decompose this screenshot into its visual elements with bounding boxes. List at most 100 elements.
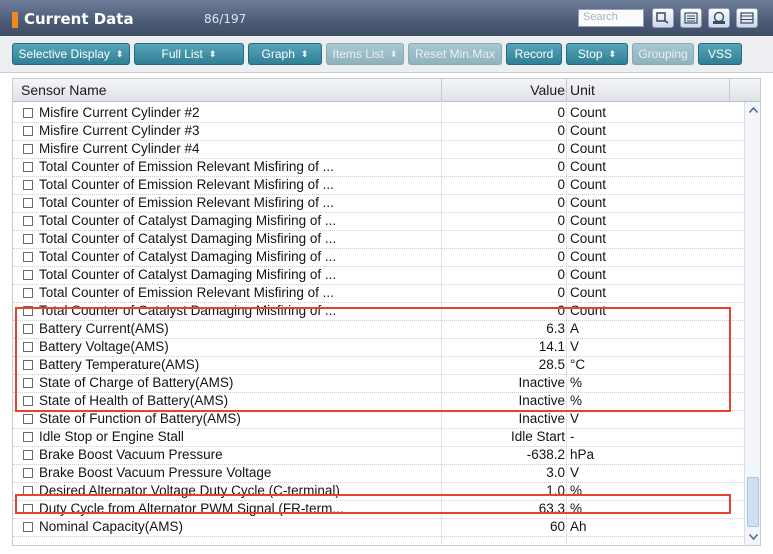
chevron-updown-icon: ⬍ — [300, 48, 309, 59]
table-row[interactable]: Total Counter of Emission Relevant Misfi… — [13, 177, 743, 195]
sensor-unit: Count — [570, 177, 607, 192]
sensor-value: 0 — [557, 303, 565, 318]
vertical-scrollbar[interactable] — [744, 102, 760, 545]
row-checkbox[interactable] — [23, 432, 33, 442]
row-checkbox[interactable] — [23, 180, 33, 190]
row-checkbox[interactable] — [23, 234, 33, 244]
table-row[interactable]: Total Counter of Catalyst Damaging Misfi… — [13, 303, 743, 321]
grouping-label: Grouping — [638, 47, 688, 61]
table-row[interactable]: Misfire Current Cylinder #2 0 Count — [13, 105, 743, 123]
row-checkbox[interactable] — [23, 522, 33, 532]
table-row[interactable]: Total Counter of Catalyst Damaging Misfi… — [13, 267, 743, 285]
full-list-button[interactable]: Full List ⬍ — [134, 43, 244, 65]
table-row[interactable]: State of Charge of Battery(AMS) Inactive% — [13, 375, 743, 393]
table-body: Misfire Current Cylinder #2 0 Count Misfire… — [13, 105, 743, 537]
table-row[interactable]: Nominal Capacity(AMS) 60 Ah — [13, 519, 743, 537]
sensor-name: State of Health of Battery(AMS) — [39, 393, 229, 408]
sensor-unit: Count — [570, 285, 607, 300]
row-checkbox[interactable] — [23, 450, 33, 460]
table-row[interactable]: Battery Current(AMS) 6.3 A — [13, 321, 743, 339]
row-checkbox[interactable] — [23, 378, 33, 388]
record-button[interactable]: Record — [506, 43, 562, 65]
row-checkbox[interactable] — [23, 306, 33, 316]
row-checkbox[interactable] — [23, 216, 33, 226]
scroll-up-icon[interactable] — [745, 102, 760, 118]
full-list-label: Full List — [161, 47, 203, 61]
column-divider[interactable] — [566, 79, 567, 101]
reset-min-max-button[interactable]: Reset Min.Max — [408, 43, 502, 65]
row-checkbox[interactable] — [23, 144, 33, 154]
sensor-value: 60 — [549, 519, 565, 534]
table-row[interactable]: State of Health of Battery(AMS) Inactive% — [13, 393, 743, 411]
table-row[interactable]: Total Counter of Catalyst Damaging Misfi… — [13, 213, 743, 231]
vss-button[interactable]: VSS — [698, 43, 742, 65]
sensor-unit: - — [570, 429, 575, 444]
row-checkbox[interactable] — [23, 198, 33, 208]
grouping-button[interactable]: Grouping — [632, 43, 694, 65]
table-row[interactable]: Total Counter of Emission Relevant Misfi… — [13, 285, 743, 303]
setting-icon[interactable] — [708, 8, 730, 28]
row-checkbox[interactable] — [23, 108, 33, 118]
sensor-table: Sensor Name Value Unit Misfire Current C… — [12, 78, 761, 546]
selective-display-button[interactable]: Selective Display ⬍ — [12, 43, 130, 65]
list-icon[interactable] — [680, 8, 702, 28]
sensor-name: Brake Boost Vacuum Pressure Voltage — [39, 465, 272, 480]
panel-icon[interactable] — [736, 8, 758, 28]
stop-button[interactable]: Stop ⬍ — [566, 43, 628, 65]
row-checkbox[interactable] — [23, 126, 33, 136]
table-row[interactable]: Misfire Current Cylinder #4 0 Count — [13, 141, 743, 159]
table-row[interactable]: Brake Boost Vacuum Pressure Voltage 3.0 V — [13, 465, 743, 483]
row-checkbox[interactable] — [23, 504, 33, 514]
items-list-button[interactable]: Items List ⬍ — [326, 43, 404, 65]
title-bar: Current Data 86/197 Search — [0, 0, 773, 37]
sensor-value: 0 — [557, 141, 565, 156]
table-row[interactable]: Total Counter of Catalyst Damaging Misfi… — [13, 249, 743, 267]
chevron-updown-icon: ⬍ — [115, 48, 124, 59]
table-row[interactable]: Battery Temperature(AMS) 28.5 °C — [13, 357, 743, 375]
table-row[interactable]: Total Counter of Emission Relevant Misfi… — [13, 195, 743, 213]
sensor-value: 0 — [557, 213, 565, 228]
sensor-name: Total Counter of Catalyst Damaging Misfi… — [39, 267, 337, 282]
sensor-name: Total Counter of Catalyst Damaging Misfi… — [39, 213, 337, 228]
header-value[interactable]: Value — [443, 82, 565, 98]
sensor-value: 0 — [557, 249, 565, 264]
row-checkbox[interactable] — [23, 162, 33, 172]
row-checkbox[interactable] — [23, 486, 33, 496]
row-checkbox[interactable] — [23, 360, 33, 370]
table-row[interactable]: Battery Voltage(AMS) 14.1 V — [13, 339, 743, 357]
table-row[interactable]: Total Counter of Emission Relevant Misfi… — [13, 159, 743, 177]
row-checkbox[interactable] — [23, 324, 33, 334]
search-input[interactable]: Search — [578, 9, 644, 27]
scroll-thumb[interactable] — [747, 477, 759, 527]
sensor-value: 0 — [557, 195, 565, 210]
row-checkbox[interactable] — [23, 252, 33, 262]
column-divider[interactable] — [441, 79, 442, 101]
search-icon[interactable] — [652, 8, 674, 28]
sensor-unit: °C — [570, 357, 586, 372]
sensor-name: Duty Cycle from Alternator PWM Signal (F… — [39, 501, 344, 516]
row-checkbox[interactable] — [23, 342, 33, 352]
item-count: 86/197 — [204, 12, 247, 26]
table-row[interactable]: Total Counter of Catalyst Damaging Misfi… — [13, 231, 743, 249]
scroll-down-icon[interactable] — [745, 529, 760, 545]
table-row[interactable]: Misfire Current Cylinder #3 0 Count — [13, 123, 743, 141]
column-divider[interactable] — [729, 79, 730, 101]
row-checkbox[interactable] — [23, 396, 33, 406]
row-checkbox[interactable] — [23, 270, 33, 280]
sensor-value: Idle Start — [510, 429, 565, 444]
row-checkbox[interactable] — [23, 468, 33, 478]
header-sensor-name[interactable]: Sensor Name — [21, 82, 107, 98]
row-checkbox[interactable] — [23, 288, 33, 298]
table-row[interactable]: Idle Stop or Engine Stall Idle Start - — [13, 429, 743, 447]
graph-button[interactable]: Graph ⬍ — [248, 43, 322, 65]
header-unit[interactable]: Unit — [570, 82, 595, 98]
row-checkbox[interactable] — [23, 414, 33, 424]
sensor-value: 14.1 — [538, 339, 565, 354]
chevron-updown-icon: ⬍ — [208, 48, 217, 59]
table-row[interactable]: State of Function of Battery(AMS) Inactiv… — [13, 411, 743, 429]
sensor-name: Total Counter of Catalyst Damaging Misfi… — [39, 231, 337, 246]
table-row[interactable]: Duty Cycle from Alternator PWM Signal (F… — [13, 501, 743, 519]
table-row[interactable]: Desired Alternator Voltage Duty Cycle (C… — [13, 483, 743, 501]
table-row[interactable]: Brake Boost Vacuum Pressure -638.2 hPa — [13, 447, 743, 465]
sensor-unit: hPa — [570, 447, 595, 462]
